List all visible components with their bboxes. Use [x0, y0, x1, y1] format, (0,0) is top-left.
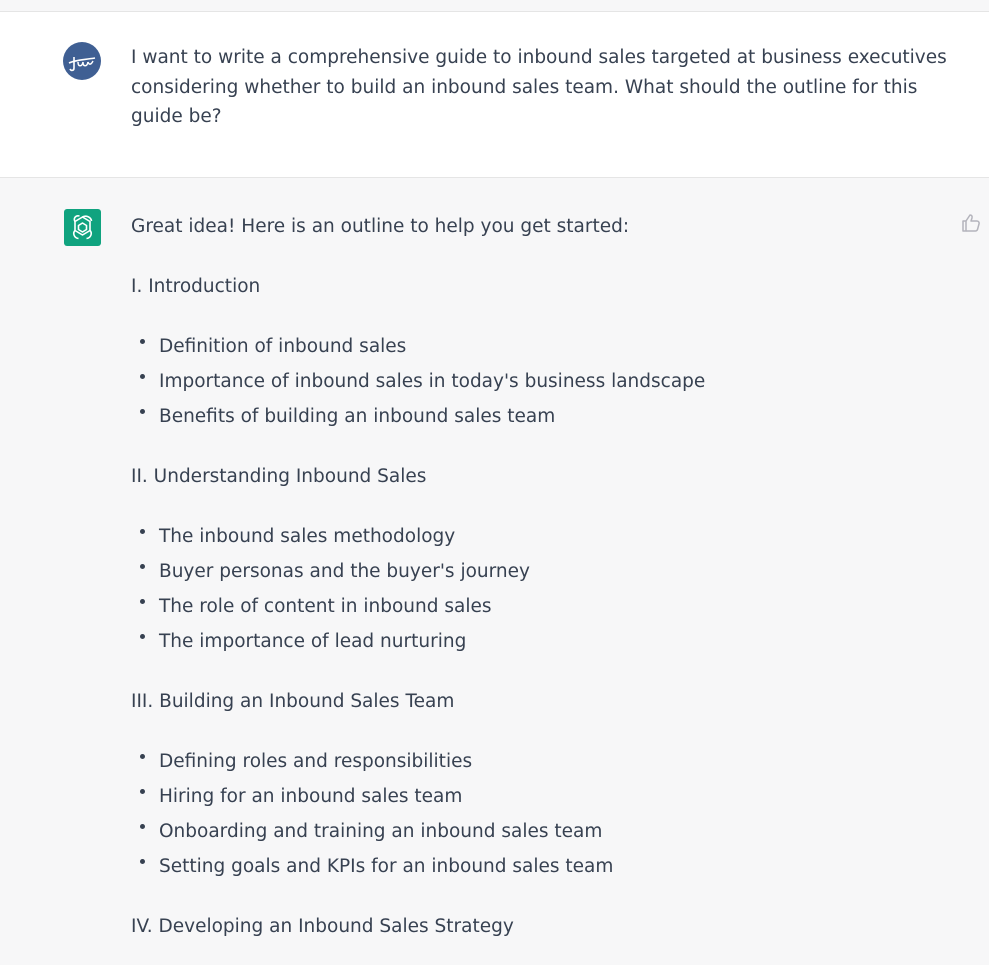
assistant-intro: Great idea! Here is an outline to help y… — [131, 216, 630, 237]
bullet-dot — [140, 754, 145, 759]
bullet-dot — [140, 409, 145, 414]
user-message-text: I want to write a comprehensive guide to… — [131, 47, 947, 127]
section-heading: IV. Developing an Inbound Sales Strategy — [131, 916, 514, 937]
user-message: I want to write a comprehensive guide to… — [0, 12, 989, 178]
bullet-dot — [140, 824, 145, 829]
previous-message-edge — [0, 0, 989, 12]
bullet-dot — [140, 339, 145, 344]
bullet-dot — [140, 859, 145, 864]
bullet-dot — [140, 789, 145, 794]
bullet-dot — [140, 529, 145, 534]
user-avatar-icon — [63, 42, 101, 80]
thumbs-up-icon[interactable] — [960, 212, 982, 234]
openai-logo-icon — [64, 209, 101, 246]
bullet-dot — [140, 374, 145, 379]
bullet-dot — [140, 634, 145, 639]
bullet-dot — [140, 599, 145, 604]
section-heading: II. Understanding Inbound Sales — [131, 466, 427, 487]
assistant-message: Great idea! Here is an outline to help y… — [0, 178, 989, 965]
bullet-dot — [140, 564, 145, 569]
section-heading: I. Introduction — [131, 276, 261, 297]
section-heading: III. Building an Inbound Sales Team — [131, 691, 455, 712]
